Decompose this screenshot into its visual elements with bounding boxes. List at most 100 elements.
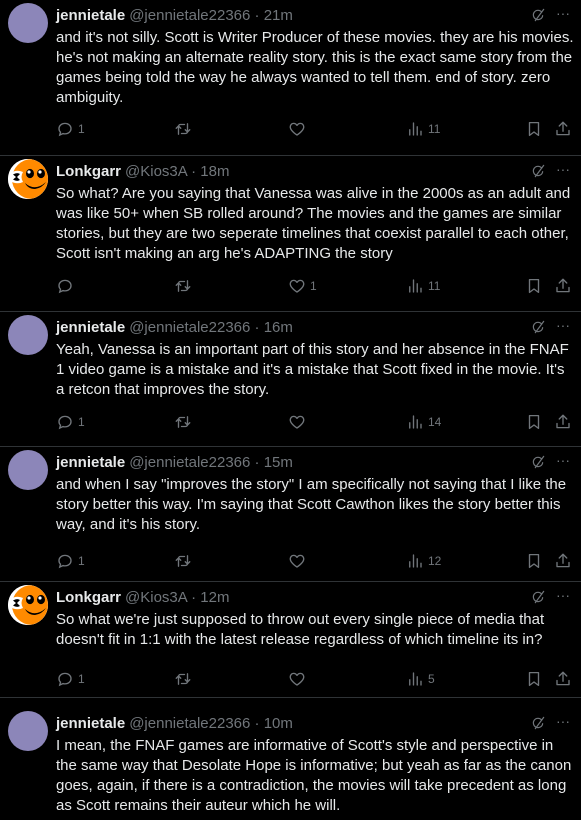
like-button[interactable] (288, 119, 310, 139)
reply-button[interactable]: 1 (56, 669, 85, 689)
views-bar-chart-icon (406, 413, 424, 431)
timestamp[interactable]: · 18m (191, 163, 229, 180)
more-dots-icon[interactable]: ··· (555, 713, 571, 729)
avatar[interactable] (8, 450, 48, 490)
view-count: 5 (428, 672, 435, 686)
retweet-button[interactable] (174, 412, 196, 432)
action-bar: 1 11 (56, 119, 576, 139)
share-icon (554, 277, 572, 295)
display-name[interactable]: Lonkgarr (56, 589, 121, 606)
tweet[interactable]: Lonkgarr @Kios3A · 12m ··· So what we're … (0, 582, 581, 698)
share-button[interactable] (554, 276, 572, 296)
retweet-button[interactable] (174, 669, 196, 689)
reply-count: 1 (78, 672, 85, 686)
user-handle[interactable]: @jennietale22366 (129, 715, 250, 732)
bookmark-button[interactable] (525, 276, 543, 296)
views-bar-chart-icon (406, 277, 424, 295)
reply-icon (56, 277, 74, 295)
tweet-text: Yeah, Vanessa is an important part of th… (56, 341, 569, 398)
views-button[interactable]: 14 (406, 412, 441, 432)
avatar[interactable] (8, 159, 48, 199)
retweet-button[interactable] (174, 276, 196, 296)
tweet[interactable]: jennietale @jennietale22366 · 21m ··· and… (0, 0, 581, 156)
bookmark-icon (525, 670, 543, 688)
timestamp[interactable]: · 15m (255, 454, 293, 471)
reply-icon (56, 552, 74, 570)
like-button[interactable]: 1 (288, 276, 317, 296)
tweet-header: Lonkgarr @Kios3A · 12m (56, 588, 229, 608)
bookmark-button[interactable] (525, 669, 543, 689)
views-button[interactable]: 12 (406, 551, 441, 571)
avatar[interactable] (8, 711, 48, 751)
grok-icon[interactable] (530, 163, 546, 179)
user-handle[interactable]: @Kios3A (125, 589, 187, 606)
share-button[interactable] (554, 551, 572, 571)
user-handle[interactable]: @jennietale22366 (129, 319, 250, 336)
share-button[interactable] (554, 669, 572, 689)
tweet-header: jennietale @jennietale22366 · 10m (56, 714, 293, 734)
views-bar-chart-icon (406, 120, 424, 138)
tweet-text: So what? Are you saying that Vanessa was… (56, 185, 571, 262)
heart-icon (288, 670, 306, 688)
display-name[interactable]: jennietale (56, 7, 125, 24)
retweet-icon (174, 552, 192, 570)
reply-count: 1 (78, 415, 85, 429)
bookmark-button[interactable] (525, 551, 543, 571)
more-dots-icon[interactable]: ··· (555, 5, 571, 21)
user-handle[interactable]: @jennietale22366 (129, 454, 250, 471)
share-icon (554, 670, 572, 688)
tweet-header: jennietale @jennietale22366 · 15m (56, 453, 293, 473)
timestamp[interactable]: · 16m (255, 319, 293, 336)
display-name[interactable]: jennietale (56, 454, 125, 471)
reply-button[interactable] (56, 276, 78, 296)
reply-count: 1 (78, 554, 85, 568)
tweet[interactable]: jennietale @jennietale22366 · 10m ··· I m… (0, 708, 581, 820)
display-name[interactable]: jennietale (56, 715, 125, 732)
grok-icon[interactable] (530, 319, 546, 335)
timestamp[interactable]: · 21m (255, 7, 293, 24)
tweet[interactable]: jennietale @jennietale22366 · 16m ··· Yea… (0, 312, 581, 447)
bookmark-icon (525, 413, 543, 431)
user-handle[interactable]: @jennietale22366 (129, 7, 250, 24)
bookmark-button[interactable] (525, 412, 543, 432)
heart-icon (288, 277, 306, 295)
grok-icon[interactable] (530, 589, 546, 605)
grok-icon[interactable] (530, 454, 546, 470)
tweet-text: and it's not silly. Scott is Writer Prod… (56, 29, 574, 106)
tweet[interactable]: Lonkgarr @Kios3A · 18m ··· So what? Are y… (0, 156, 581, 312)
share-button[interactable] (554, 119, 572, 139)
grok-icon[interactable] (530, 715, 546, 731)
heart-icon (288, 413, 306, 431)
user-handle[interactable]: @Kios3A (125, 163, 187, 180)
more-dots-icon[interactable]: ··· (555, 317, 571, 333)
reply-button[interactable]: 1 (56, 412, 85, 432)
more-dots-icon[interactable]: ··· (555, 452, 571, 468)
share-button[interactable] (554, 412, 572, 432)
display-name[interactable]: jennietale (56, 319, 125, 336)
share-icon (554, 552, 572, 570)
like-button[interactable] (288, 551, 310, 571)
retweet-icon (174, 120, 192, 138)
timestamp[interactable]: · 10m (255, 715, 293, 732)
action-bar: 1 12 (56, 551, 576, 571)
timestamp[interactable]: · 12m (191, 589, 229, 606)
more-dots-icon[interactable]: ··· (555, 161, 571, 177)
tweet[interactable]: jennietale @jennietale22366 · 15m ··· and… (0, 447, 581, 582)
display-name[interactable]: Lonkgarr (56, 163, 121, 180)
reply-button[interactable]: 1 (56, 551, 85, 571)
retweet-button[interactable] (174, 119, 196, 139)
like-button[interactable] (288, 412, 310, 432)
view-count: 14 (428, 415, 442, 429)
retweet-button[interactable] (174, 551, 196, 571)
reply-button[interactable]: 1 (56, 119, 85, 139)
grok-icon[interactable] (530, 7, 546, 23)
avatar[interactable] (8, 585, 48, 625)
views-button[interactable]: 11 (406, 276, 440, 296)
views-button[interactable]: 11 (406, 119, 440, 139)
avatar[interactable] (8, 315, 48, 355)
like-button[interactable] (288, 669, 310, 689)
more-dots-icon[interactable]: ··· (555, 587, 571, 603)
bookmark-button[interactable] (525, 119, 543, 139)
avatar[interactable] (8, 3, 48, 43)
views-button[interactable]: 5 (406, 669, 435, 689)
